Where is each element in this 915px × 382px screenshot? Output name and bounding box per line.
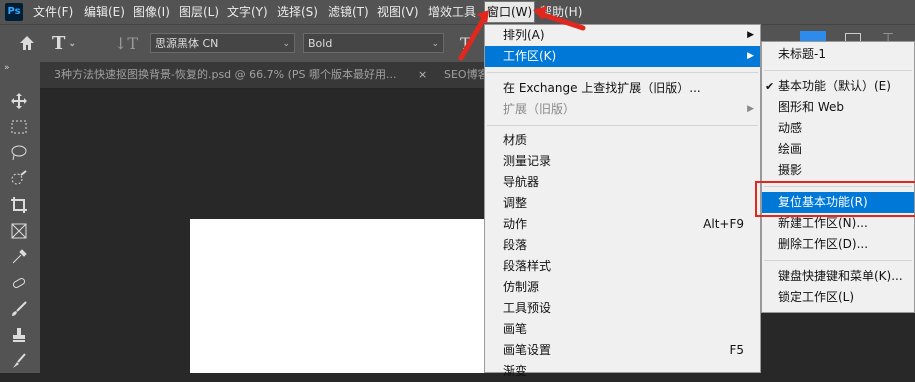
window-menu-dropdown: 排列(A) ▶ 工作区(K) ▶ 在 Exchange 上查找扩展（旧版）...… (484, 24, 761, 378)
photoshop-logo: Ps (5, 3, 23, 21)
chevron-right-icon: ▶ (747, 30, 754, 40)
submenu-item-untitled[interactable]: 未标题-1 (762, 44, 914, 65)
menu-separator (487, 125, 758, 126)
marquee-tool-icon[interactable] (8, 116, 30, 138)
menu-filter[interactable]: 滤镜(T) (328, 0, 369, 24)
submenu-item-delete-workspace[interactable]: 删除工作区(D)... (762, 234, 914, 255)
type-tool-icon[interactable]: T ⌄ (52, 31, 92, 57)
document-canvas[interactable] (190, 219, 485, 373)
menu-layer[interactable]: 图层(L) (179, 0, 219, 24)
annotation-arrows (458, 6, 586, 61)
menu-item-adjustments[interactable]: 调整 (485, 193, 760, 214)
tools-panel (0, 74, 40, 373)
menu-item-extensions: 扩展（旧版） ▶ (485, 99, 760, 120)
menu-separator (487, 72, 758, 73)
menu-item-clone-source[interactable]: 仿制源 (485, 277, 760, 298)
home-icon[interactable] (18, 34, 36, 52)
menu-item-actions[interactable]: 动作 Alt+F9 (485, 214, 760, 235)
menu-item-paragraph-styles[interactable]: 段落样式 (485, 256, 760, 277)
lasso-tool-icon[interactable] (8, 142, 30, 164)
submenu-item-graphic-web[interactable]: 图形和 Web (762, 97, 914, 118)
menu-image[interactable]: 图像(I) (133, 0, 170, 24)
menu-select[interactable]: 选择(S) (277, 0, 318, 24)
menu-file[interactable]: 文件(F) (33, 0, 73, 24)
submenu-item-keyboard-shortcuts[interactable]: 键盘快捷键和菜单(K)... (762, 266, 914, 287)
menu-item-navigator[interactable]: 导航器 (485, 172, 760, 193)
chevron-right-icon: ▶ (747, 51, 754, 61)
font-style-select[interactable]: Bold ⌄ (303, 33, 444, 53)
clone-stamp-tool-icon[interactable] (8, 324, 30, 346)
crop-tool-icon[interactable] (8, 194, 30, 216)
eyedropper-tool-icon[interactable] (8, 246, 30, 268)
menu-separator (764, 70, 912, 71)
menu-view[interactable]: 视图(V) (377, 0, 419, 24)
menu-separator (764, 260, 912, 261)
close-icon[interactable]: × (418, 62, 430, 88)
shortcut-label: F5 (729, 343, 744, 357)
healing-brush-tool-icon[interactable] (8, 272, 30, 294)
workspace-submenu: 未标题-1 ✔ 基本功能（默认）(E) 图形和 Web 动感 绘画 摄影 复位基… (761, 41, 915, 313)
document-tab-label: 3种方法快速抠图换背景-恢复的.psd @ 66.7% (PS 哪个版本最好用.… (54, 68, 397, 81)
submenu-item-essentials[interactable]: ✔ 基本功能（默认）(E) (762, 76, 914, 97)
shortcut-label: Alt+F9 (703, 217, 744, 231)
font-family-select[interactable]: 思源黑体 CN ⌄ (150, 33, 295, 53)
quick-selection-tool-icon[interactable] (8, 168, 30, 190)
checkmark-icon: ✔ (765, 80, 775, 93)
move-tool-icon[interactable] (8, 90, 30, 112)
menu-item-brushes[interactable]: 画笔 (485, 319, 760, 340)
panel-collapse-toggle[interactable]: » (0, 62, 40, 74)
history-brush-tool-icon[interactable] (8, 350, 30, 372)
font-family-value: 思源黑体 CN (155, 37, 219, 50)
menu-item-paragraph[interactable]: 段落 (485, 235, 760, 256)
menu-item-measurement-log[interactable]: 测量记录 (485, 151, 760, 172)
annotation-highlight-box (755, 181, 915, 217)
submenu-item-lock-workspace[interactable]: 锁定工作区(L) (762, 287, 914, 308)
menu-type[interactable]: 文字(Y) (227, 0, 268, 24)
text-orientation-icon[interactable]: ↓T (114, 31, 138, 57)
chevron-right-icon: ▶ (747, 104, 754, 114)
chevron-down-icon: ⌄ (431, 39, 439, 49)
submenu-item-motion[interactable]: 动感 (762, 118, 914, 139)
submenu-item-painting[interactable]: 绘画 (762, 139, 914, 160)
menu-item-tool-presets[interactable]: 工具预设 (485, 298, 760, 319)
document-tab[interactable]: 3种方法快速抠图换背景-恢复的.psd @ 66.7% (PS 哪个版本最好用.… (54, 62, 434, 88)
brush-tool-icon[interactable] (8, 298, 30, 320)
frame-tool-icon[interactable] (8, 220, 30, 242)
chevron-down-icon: ⌄ (282, 39, 290, 49)
menu-item-find-extensions[interactable]: 在 Exchange 上查找扩展（旧版）... (485, 78, 760, 99)
font-style-value: Bold (308, 37, 333, 50)
menu-item-materials[interactable]: 材质 (485, 130, 760, 151)
menu-edit[interactable]: 编辑(E) (84, 0, 125, 24)
menu-item-gradients[interactable]: 渐变 (485, 361, 760, 382)
menu-item-brush-settings[interactable]: 画笔设置 F5 (485, 340, 760, 361)
submenu-item-photography[interactable]: 摄影 (762, 160, 914, 181)
